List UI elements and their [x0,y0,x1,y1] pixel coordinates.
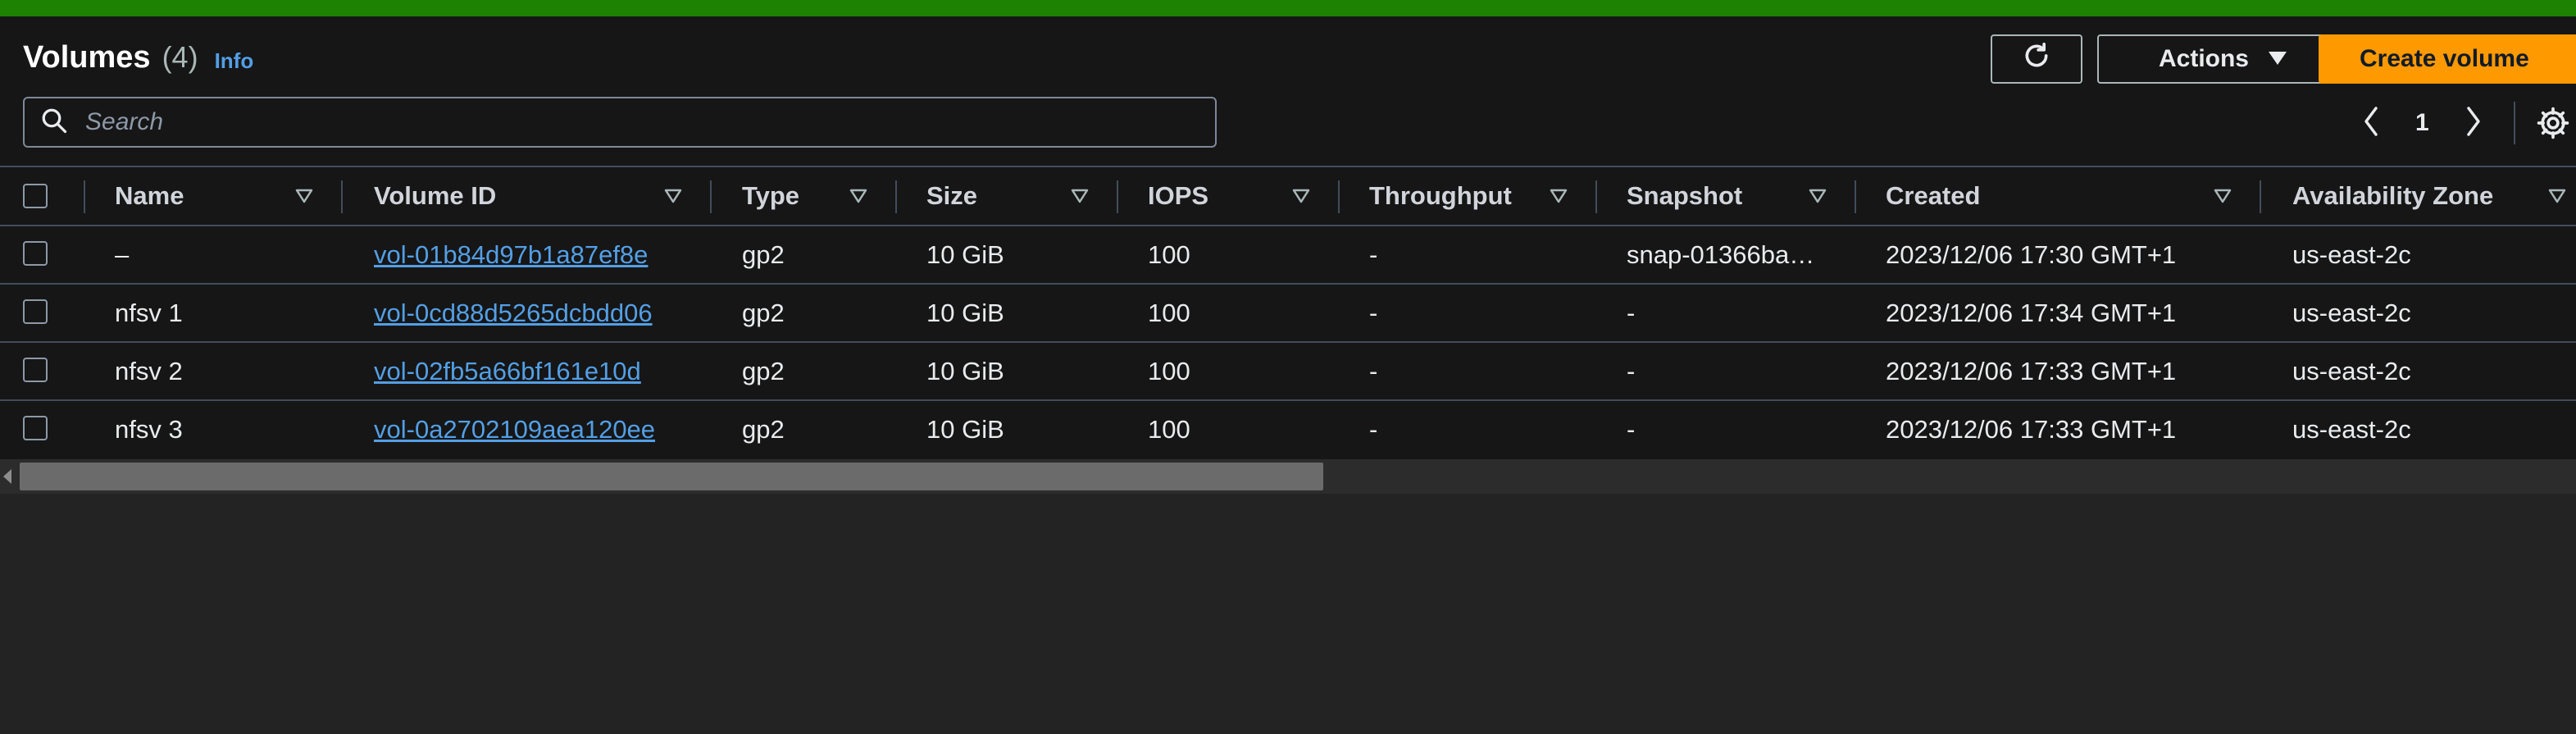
cell-throughput: - [1369,240,1378,269]
page-header: Volumes (4) Info [23,33,253,82]
next-page-icon[interactable] [2464,105,2483,142]
cell-throughput: - [1369,357,1378,385]
row-checkbox[interactable] [23,299,48,324]
table-row[interactable]: nfsv 1 vol-0cd88d5265dcbdd06 gp2 10 GiB … [0,285,2576,342]
volume-id-link[interactable]: vol-0a2702109aea120ee [374,415,655,445]
cell-throughput: - [1369,299,1378,327]
sort-icon[interactable] [2214,189,2232,207]
cell-created: 2023/12/06 17:30 GMT+1 [1886,240,2177,269]
cell-size: 10 GiB [926,357,1004,385]
table-row[interactable]: nfsv 3 vol-0a2702109aea120ee gp2 10 GiB … [0,401,2576,458]
cell-iops: 100 [1148,240,1190,269]
cell-snapshot: - [1627,299,1636,327]
cell-size: 10 GiB [926,240,1004,269]
actions-dropdown[interactable]: Actions [2097,34,2350,84]
pagination: 1 [2361,102,2483,144]
info-link[interactable]: Info [215,48,254,74]
cell-throughput: - [1369,415,1378,444]
column-divider [1117,180,1118,213]
current-page-number[interactable]: 1 [2415,109,2429,137]
column-header-snapshot[interactable]: Snapshot [1627,167,1742,225]
sort-icon[interactable] [1071,189,1089,207]
row-checkbox[interactable] [23,241,48,266]
column-divider [84,180,85,213]
refresh-icon [2020,39,2053,79]
previous-page-icon[interactable] [2361,105,2381,142]
column-header-availability-zone[interactable]: Availability Zone [2292,167,2493,225]
cell-created: 2023/12/06 17:33 GMT+1 [1886,415,2177,444]
table-header: Name Volume ID Type Size IOPS Throughput… [0,167,2576,225]
sort-icon[interactable] [1809,189,1827,207]
scrollbar-thumb[interactable] [20,463,1323,490]
cell-iops: 100 [1148,357,1190,385]
volume-id-link[interactable]: vol-02fb5a66bf161e10d [374,357,641,386]
sort-icon[interactable] [1292,189,1310,207]
cell-name: nfsv 2 [115,357,183,385]
create-volume-button[interactable]: Create volume [2319,34,2576,84]
column-divider [895,180,897,213]
pagination-divider [2514,102,2515,144]
row-checkbox[interactable] [23,358,48,382]
cell-created: 2023/12/06 17:34 GMT+1 [1886,299,2177,327]
column-header-type[interactable]: Type [742,167,799,225]
cell-name: – [115,240,130,269]
cell-availability-zone: us-east-2c [2292,240,2411,269]
cell-name: nfsv 3 [115,415,183,444]
column-header-iops[interactable]: IOPS [1148,167,1208,225]
cell-snapshot: - [1627,357,1636,385]
cell-snapshot: - [1627,415,1636,444]
cell-name: nfsv 1 [115,299,183,327]
top-status-bar [0,0,2576,16]
cell-type: gp2 [742,240,785,269]
cell-snapshot: snap-01366ba… [1627,240,1815,269]
row-checkbox[interactable] [23,416,48,440]
sort-icon[interactable] [849,189,867,207]
create-volume-label: Create volume [2360,45,2529,72]
search-input[interactable] [84,107,1153,137]
column-divider [1338,180,1340,213]
cell-availability-zone: us-east-2c [2292,357,2411,385]
cell-created: 2023/12/06 17:33 GMT+1 [1886,357,2177,385]
sort-icon[interactable] [295,189,313,207]
cell-availability-zone: us-east-2c [2292,299,2411,327]
cell-iops: 100 [1148,415,1190,444]
volume-count: (4) [162,40,198,74]
select-all-checkbox[interactable] [23,184,48,208]
search-icon [39,106,69,139]
cell-type: gp2 [742,415,785,444]
page-title: Volumes [23,39,151,75]
cell-size: 10 GiB [926,299,1004,327]
sort-icon[interactable] [1550,189,1568,207]
column-divider [1595,180,1597,213]
table-row[interactable]: – vol-01b84d97b1a87ef8e gp2 10 GiB 100 -… [0,226,2576,284]
column-header-name[interactable]: Name [115,167,184,225]
search-field[interactable] [23,97,1217,148]
caret-down-icon [2267,45,2288,73]
cell-availability-zone: us-east-2c [2292,415,2411,444]
column-divider [341,180,343,213]
volume-id-link[interactable]: vol-01b84d97b1a87ef8e [374,240,648,270]
column-divider [1855,180,1856,213]
volume-id-link[interactable]: vol-0cd88d5265dcbdd06 [374,299,653,328]
column-header-throughput[interactable]: Throughput [1369,167,1512,225]
cell-type: gp2 [742,299,785,327]
column-divider [2260,180,2261,213]
column-divider [710,180,712,213]
cell-size: 10 GiB [926,415,1004,444]
sort-icon[interactable] [2548,189,2566,207]
column-header-size[interactable]: Size [926,167,977,225]
cell-type: gp2 [742,357,785,385]
gear-icon[interactable] [2535,105,2571,145]
table-row[interactable]: nfsv 2 vol-02fb5a66bf161e10d gp2 10 GiB … [0,343,2576,400]
column-header-created[interactable]: Created [1886,167,1980,225]
column-header-volume-id[interactable]: Volume ID [374,167,496,225]
refresh-button[interactable] [1991,34,2082,84]
cell-iops: 100 [1148,299,1190,327]
actions-label: Actions [2158,45,2249,72]
scroll-left-arrow-icon[interactable] [2,467,13,490]
sort-icon[interactable] [664,189,682,207]
